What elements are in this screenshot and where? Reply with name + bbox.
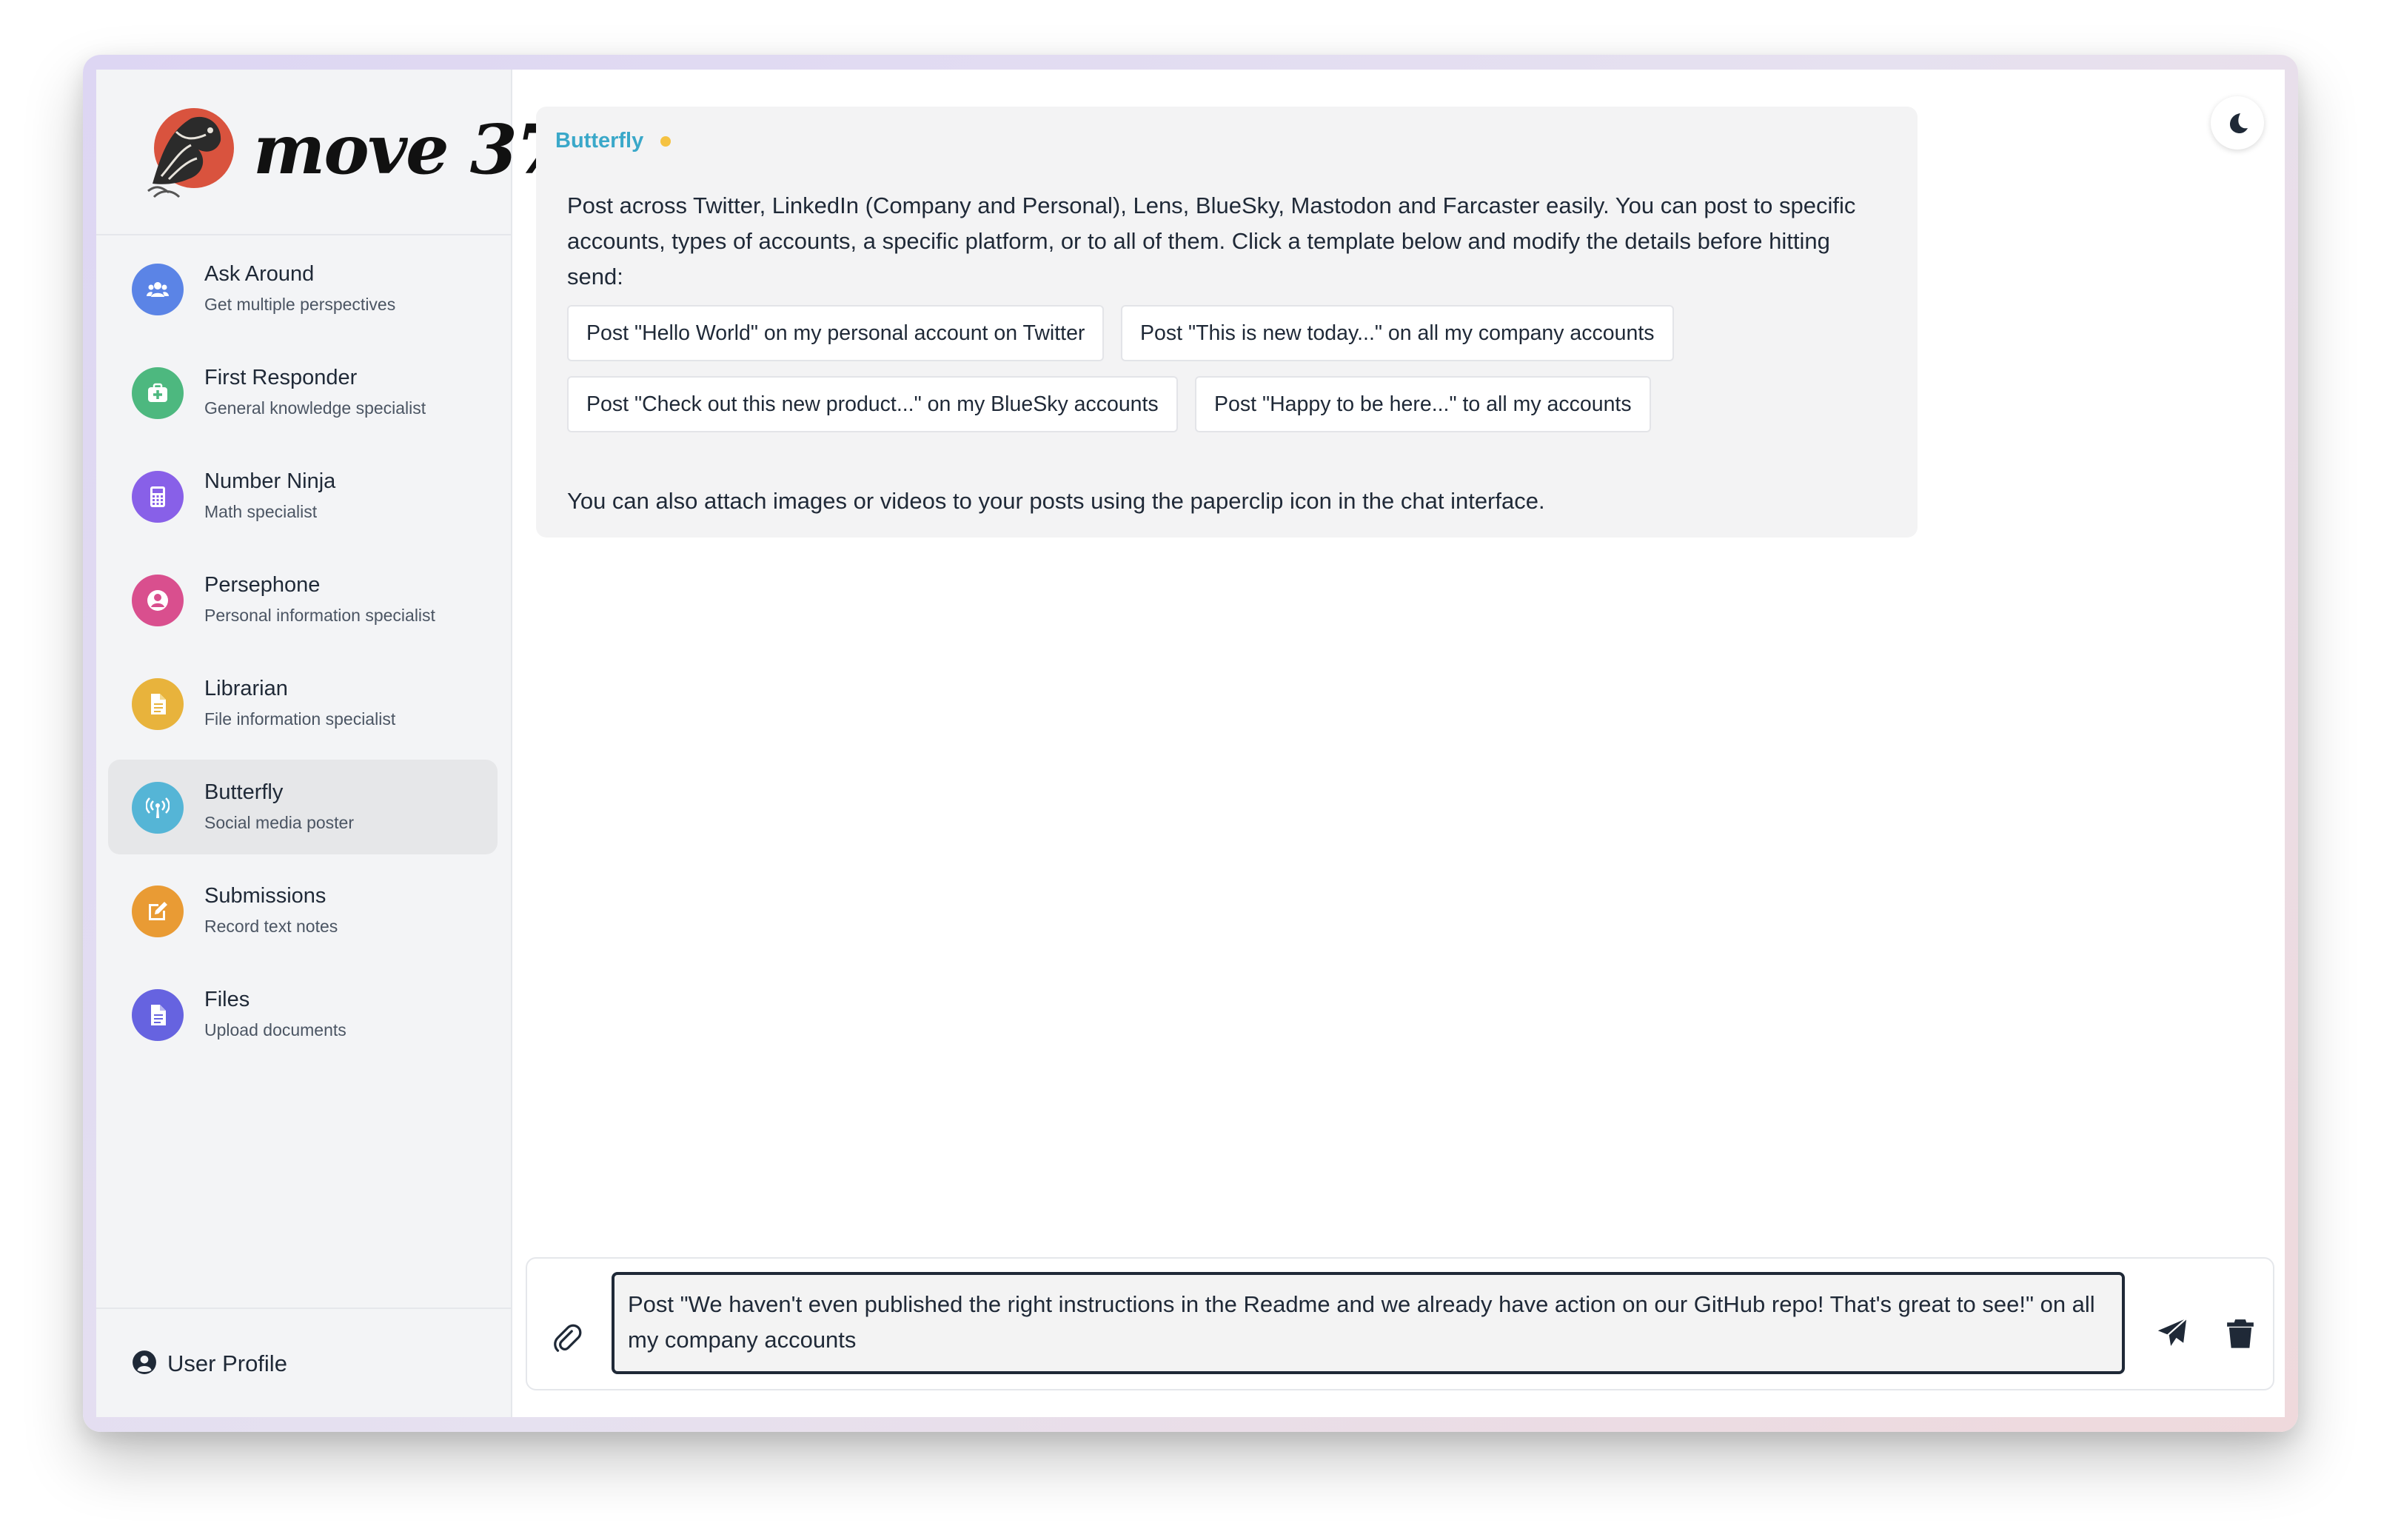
message-intro: Post across Twitter, LinkedIn (Company a… [567,192,1856,289]
agent-message: Butterfly Post across Twitter, LinkedIn … [536,107,1918,538]
sidebar-item-librarian[interactable]: Librarian File information specialist [108,656,498,751]
clear-chat-button[interactable] [2224,1316,2257,1352]
message-outro: You can also attach images or videos to … [567,488,1545,514]
send-button[interactable] [2156,1316,2191,1352]
send-icon [2157,1317,2187,1348]
sidebar: move 37 Ask Around Get multiple perspect… [96,70,563,1417]
sidebar-item-subtitle: General knowledge specialist [204,398,426,418]
chat-input[interactable]: Post "We haven't even published the righ… [612,1272,2125,1374]
sidebar-item-files[interactable]: Files Upload documents [108,967,498,1062]
sidebar-item-subtitle: File information specialist [204,709,396,729]
sidebar-item-butterfly[interactable]: Butterfly Social media poster [108,760,498,854]
calculator-icon [132,471,184,523]
sidebar-item-subtitle: Get multiple perspectives [204,295,396,314]
medical-kit-icon [132,367,184,419]
sidebar-footer: User Profile [96,1308,511,1417]
sidebar-item-title: Persephone [204,573,321,597]
trash-icon [2227,1319,2254,1348]
sidebar-item-subtitle: Social media poster [204,813,354,832]
sidebar-item-subtitle: Math specialist [204,502,318,521]
sidebar-item-title: Number Ninja [204,469,336,493]
sidebar-item-subtitle: Upload documents [204,1020,346,1040]
template-button[interactable]: Post "Hello World" on my personal accoun… [567,305,1105,361]
agent-name: Butterfly [555,129,644,153]
sidebar-item-first-responder[interactable]: First Responder General knowledge specia… [108,345,498,440]
app-window: move 37 Ask Around Get multiple perspect… [96,70,2285,1417]
sidebar-item-title: First Responder [204,366,358,389]
template-button[interactable]: Post "Check out this new product..." on … [567,376,1178,432]
attach-button[interactable] [552,1324,588,1359]
users-icon [132,264,184,315]
sidebar-item-number-ninja[interactable]: Number Ninja Math specialist [108,449,498,543]
edit-icon [132,886,184,937]
broadcast-icon [132,782,184,834]
brand-header: move 37 [96,70,563,235]
template-button[interactable]: Post "Happy to be here..." to all my acc… [1195,376,1651,432]
file-icon [132,989,184,1041]
user-circle-icon [132,575,184,626]
sidebar-item-ask-around[interactable]: Ask Around Get multiple perspectives [108,241,498,336]
sidebar-item-persephone[interactable]: Persephone Personal information speciali… [108,552,498,647]
sidebar-item-title: Submissions [204,884,326,908]
status-indicator [660,136,671,147]
sidebar-item-submissions[interactable]: Submissions Record text notes [108,863,498,958]
sidebar-item-title: Ask Around [204,262,315,286]
sidebar-item-title: Librarian [204,677,288,700]
chat-composer: Post "We haven't even published the righ… [526,1257,2274,1390]
sidebar-item-title: Butterfly [204,780,284,804]
sidebar-item-subtitle: Record text notes [204,917,338,936]
koi-fish-logo [139,102,238,201]
paperclip-icon [554,1324,582,1352]
template-button[interactable]: Post "This is new today..." on all my co… [1121,305,1674,361]
user-circle-icon [133,1350,156,1374]
brand-name: move 37 [253,110,563,190]
moon-icon [2230,113,2248,133]
user-profile-label: User Profile [167,1350,287,1376]
document-icon [132,678,184,730]
sidebar-item-subtitle: Personal information specialist [204,606,435,625]
theme-toggle-button[interactable] [2211,96,2264,150]
sidebar-item-title: Files [204,988,250,1011]
